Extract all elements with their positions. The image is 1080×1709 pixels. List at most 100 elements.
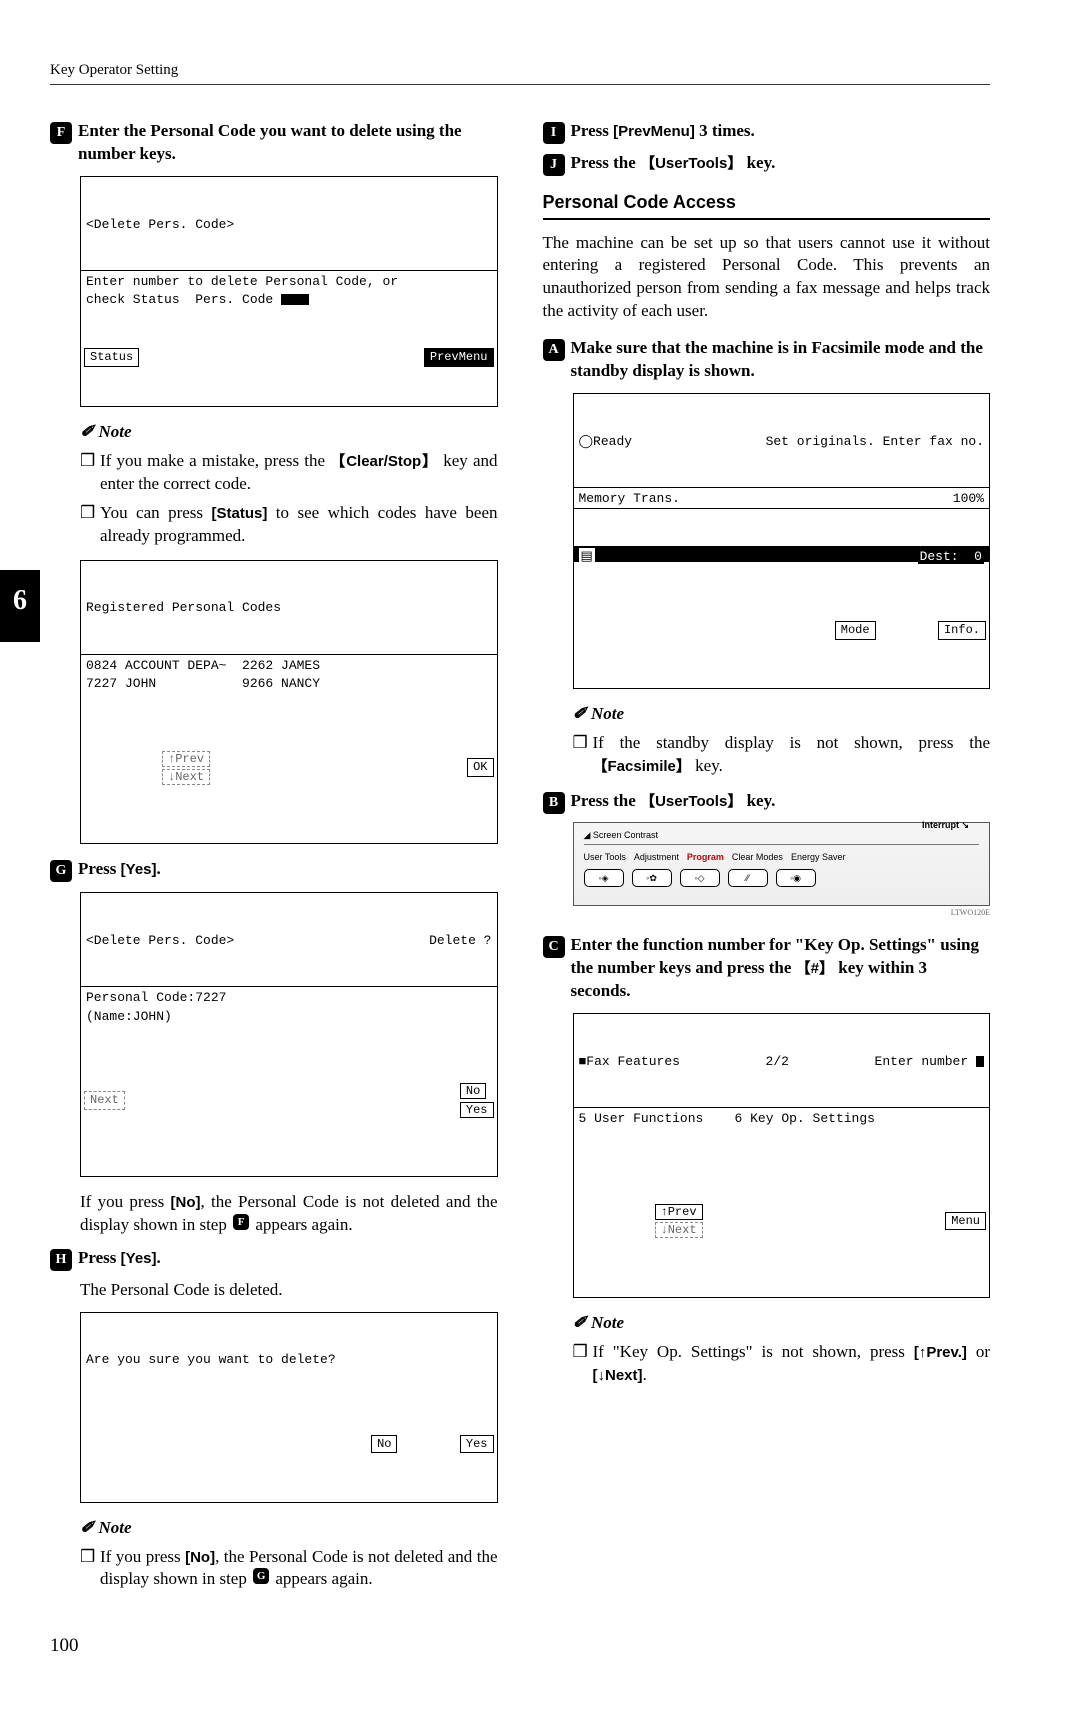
facsimile-key: Facsimile <box>593 758 691 775</box>
t: Press <box>78 1248 121 1267</box>
lcd-line1: Enter number to delete Personal Code, or <box>86 274 398 289</box>
note-heading: ✐ Note <box>573 1312 991 1335</box>
lcd-line2: check Status Pers. Code <box>86 292 281 307</box>
lcd-delete-confirm2: Are you sure you want to delete? No Yes <box>80 1312 498 1503</box>
note-item: If "Key Op. Settings" is not shown, pres… <box>573 1341 991 1387</box>
note-list-3: If "Key Op. Settings" is not shown, pres… <box>573 1341 991 1387</box>
t: . <box>643 1365 647 1384</box>
note-heading: ✐ Note <box>573 703 991 726</box>
note-text: If you make a mistake, press the <box>100 451 330 470</box>
lcd-yes-button[interactable]: Yes <box>460 1435 494 1454</box>
image-ref: LTWO120E <box>573 908 991 919</box>
t: appears again. <box>251 1215 352 1234</box>
program-panel-key[interactable]: ◦◇ <box>680 869 720 887</box>
clearmodes-panel-key[interactable]: ⁄⁄ <box>728 869 768 887</box>
lcd-no-button[interactable]: No <box>460 1083 486 1099</box>
usertools-key: UserTools <box>640 155 742 172</box>
step-1-text: Make sure that the machine is in Facsimi… <box>571 337 991 383</box>
intro-paragraph: The machine can be set up so that users … <box>543 232 991 324</box>
note-list-6: If you make a mistake, press the Clear/S… <box>80 450 498 548</box>
section-heading: Personal Code Access <box>543 190 991 219</box>
page-header: Key Operator Setting <box>50 60 990 85</box>
panel-key-label: User Tools <box>584 851 626 863</box>
t: Press <box>571 121 614 140</box>
no-key: [No] <box>171 1194 201 1211</box>
control-panel-illustration: Interrupt ↘ ◢ Screen Contrast User Tools… <box>573 822 991 906</box>
step-1-heading: A Make sure that the machine is in Facsi… <box>543 337 991 383</box>
paragraph-8: The Personal Code is deleted. <box>80 1279 498 1302</box>
lcd-next-button[interactable]: ↓Next <box>655 1222 703 1238</box>
step-ref-icon: G <box>253 1568 269 1584</box>
step-icon-10: J <box>543 154 565 176</box>
lcd-delete-code-entry: <Delete Pers. Code> Enter number to dele… <box>80 176 498 407</box>
lcd-memtrans: Memory Trans. <box>579 490 680 508</box>
lcd-line: Personal Code:7227 <box>86 990 226 1005</box>
lcd-no-button[interactable]: No <box>371 1435 397 1454</box>
lcd-body: Enter number to delete Personal Code, or… <box>81 270 497 311</box>
lcd-next-button[interactable]: Next <box>84 1091 125 1110</box>
lcd-title: <Delete Pers. Code> <box>81 214 497 234</box>
lcd-delete-confirm1: <Delete Pers. Code> Delete ? Personal Co… <box>80 892 498 1177</box>
note-heading: ✐ Note <box>80 421 498 444</box>
lcd-mode-button[interactable]: Mode <box>835 621 876 640</box>
usertools-panel-key[interactable]: ◦◈ <box>584 869 624 887</box>
step-ref-icon: F <box>233 1214 249 1230</box>
hash-key: # <box>796 960 834 977</box>
note-text: You can press <box>100 503 212 522</box>
lcd-prev-button[interactable]: ↑Prev <box>162 751 210 767</box>
clear-stop-key: Clear/Stop <box>330 453 438 470</box>
t: Press the <box>571 153 641 172</box>
step-icon-2: B <box>543 792 565 814</box>
note-item: You can press [Status] to see which code… <box>80 502 498 548</box>
lcd-dest-row: ▤ Dest: 0 <box>574 546 990 562</box>
note-list-8: If you press [No], the Personal Code is … <box>80 1546 498 1592</box>
lcd-row: Memory Trans. 100% <box>574 487 990 509</box>
lcd-info-button[interactable]: Info. <box>938 621 986 640</box>
t: Enter number <box>875 1054 969 1069</box>
note-heading: ✐ Note <box>80 1517 498 1540</box>
t: If the standby display is not shown, pre… <box>593 733 991 752</box>
t: or <box>967 1342 990 1361</box>
lcd-yes-button[interactable]: Yes <box>460 1102 494 1118</box>
lcd-prevmenu-button[interactable]: PrevMenu <box>424 348 494 367</box>
lcd-next-button[interactable]: ↓Next <box>162 769 210 785</box>
step-10-heading: J Press the UserTools key. <box>543 152 991 176</box>
lcd-body: 5 User Functions 6 Key Op. Settings <box>574 1107 990 1148</box>
lcd-page: 2/2 <box>766 1053 789 1071</box>
step-9-heading: I Press [PrevMenu] 3 times. <box>543 120 991 144</box>
doc-icon: ▤ <box>579 548 595 562</box>
t: If you press <box>80 1192 171 1211</box>
t: key. <box>691 756 723 775</box>
interrupt-label: Interrupt ↘ <box>922 819 969 831</box>
lcd-line: 7227 JOHN 9266 NANCY <box>86 676 320 691</box>
adjustment-panel-key[interactable]: ◦✿ <box>632 869 672 887</box>
lcd-registered-codes: Registered Personal Codes 0824 ACCOUNT D… <box>80 560 498 845</box>
step-6-heading: F Enter the Personal Code you want to de… <box>50 120 498 166</box>
lcd-dest: Dest: 0 <box>918 549 984 564</box>
t: appears again. <box>271 1569 372 1588</box>
lcd-menu-button[interactable]: Menu <box>945 1212 986 1231</box>
paragraph-7: If you press [No], the Personal Code is … <box>80 1191 498 1237</box>
status-key: [Status] <box>212 505 268 522</box>
lcd-row: ◯Ready Set originals. Enter fax no. <box>574 431 990 451</box>
lcd-body: Personal Code:7227 (Name:JOHN) <box>81 986 497 1027</box>
usertools-key: UserTools <box>640 793 742 810</box>
energysaver-panel-key[interactable]: ◦◉ <box>776 869 816 887</box>
lcd-ok-button[interactable]: OK <box>467 758 493 777</box>
lcd-percent: 100% <box>953 490 984 508</box>
lcd-ready: ◯Ready <box>579 433 633 451</box>
lcd-prev-button[interactable]: ↑Prev <box>655 1204 703 1220</box>
lcd-body: Are you sure you want to delete? <box>81 1349 497 1389</box>
step-8-heading: H Press [Yes]. <box>50 1247 498 1271</box>
lcd-row: ■Fax Features 2/2 Enter number <box>574 1051 990 1071</box>
t: 3 times. <box>695 121 755 140</box>
side-tab: 6 <box>0 570 40 642</box>
lcd-prompt: Delete ? <box>429 932 491 950</box>
t: . <box>157 859 161 878</box>
note-item: If the standby display is not shown, pre… <box>573 732 991 778</box>
t: Press the <box>571 791 641 810</box>
lcd-status-button[interactable]: Status <box>84 348 139 367</box>
yes-key: [Yes] <box>121 861 157 878</box>
cursor-icon <box>976 1056 984 1067</box>
yes-key: [Yes] <box>121 1250 157 1267</box>
